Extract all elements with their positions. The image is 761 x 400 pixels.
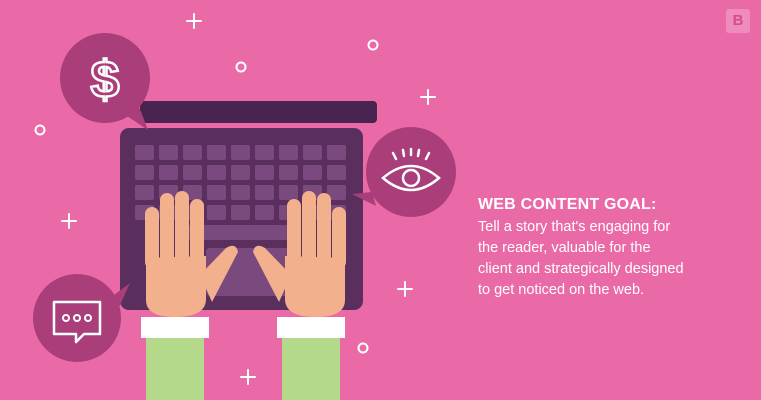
sparkle-plus-icon	[186, 13, 202, 29]
sparkle-dot-icon	[367, 39, 379, 51]
keyboard-key	[279, 145, 298, 160]
keyboard-key	[279, 185, 298, 200]
keyboard-key	[231, 165, 250, 180]
keyboard-key	[255, 185, 274, 200]
goal-line: to get noticed on the web.	[478, 282, 645, 298]
keyboard-key	[255, 205, 274, 220]
goal-line: client and strategically designed	[478, 261, 684, 277]
infographic: $ B WEB CONTENT GOAL: Tell a story that'…	[0, 0, 761, 400]
keyboard-key	[303, 165, 322, 180]
sparkle-dot-icon	[235, 61, 247, 73]
keyboard-key	[327, 165, 346, 180]
view-bubble	[352, 127, 456, 217]
keyboard-key	[207, 185, 226, 200]
goal-line: Tell a story that's engaging for	[478, 219, 671, 235]
keyboard-key	[135, 145, 154, 160]
sparkle-plus-icon	[61, 213, 77, 229]
keyboard-key	[159, 145, 178, 160]
comment-bubble	[33, 274, 130, 362]
keyboard-key	[207, 165, 226, 180]
keyboard-key	[231, 205, 250, 220]
sparkle-plus-icon	[240, 369, 256, 385]
goal-line: the reader, valuable for the	[478, 240, 651, 256]
keyboard-key	[255, 145, 274, 160]
keyboard-key	[327, 145, 346, 160]
sparkle-plus-icon	[420, 89, 436, 105]
keyboard-key	[303, 145, 322, 160]
sparkle-dot-icon	[357, 342, 369, 354]
money-bubble: $	[60, 33, 150, 130]
keyboard-key	[135, 165, 154, 180]
keyboard-key	[279, 165, 298, 180]
sparkle-plus-icon	[397, 281, 413, 297]
keyboard-key	[183, 145, 202, 160]
keyboard-key	[255, 165, 274, 180]
goal-text-block: WEB CONTENT GOAL: Tell a story that's en…	[478, 195, 748, 301]
keyboard-key	[183, 165, 202, 180]
sparkle-dot-icon	[34, 124, 46, 136]
brand-logo: B	[726, 9, 750, 33]
keyboard-key	[231, 145, 250, 160]
goal-title: WEB CONTENT GOAL:	[478, 196, 657, 213]
keyboard-key	[207, 145, 226, 160]
keyboard-key	[135, 185, 154, 200]
keyboard-key	[207, 205, 226, 220]
dollar-sign-icon: $	[91, 51, 120, 109]
keyboard-key	[159, 165, 178, 180]
keyboard-key	[231, 185, 250, 200]
